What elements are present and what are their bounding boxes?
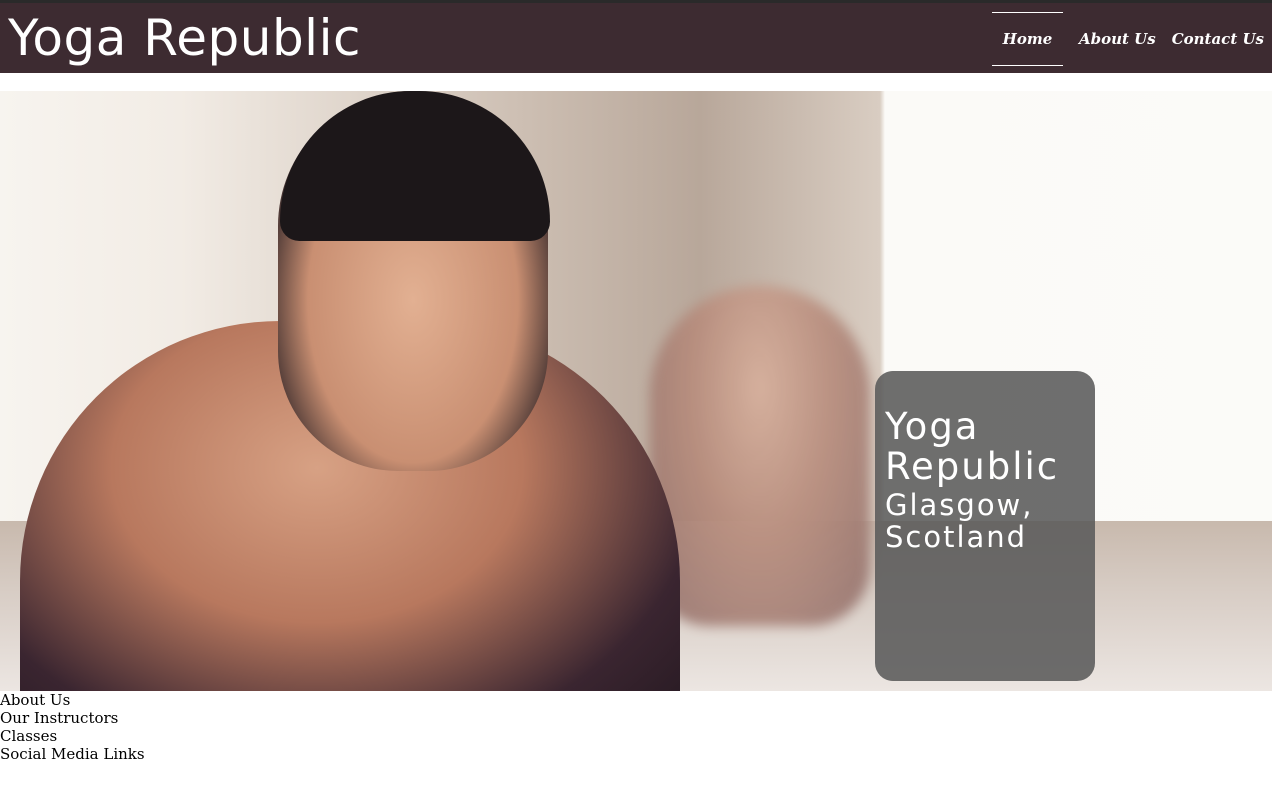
hero-caption-box: Yoga Republic Glasgow, Scotland <box>875 371 1095 681</box>
nav-contact-us[interactable]: Contact Us <box>1164 13 1272 65</box>
link-our-instructors[interactable]: Our Instructors <box>0 709 145 727</box>
nav-home[interactable]: Home <box>991 12 1063 66</box>
main-person-hair <box>280 91 550 241</box>
hero-banner: Yoga Republic Glasgow, Scotland <box>0 91 1272 691</box>
brand-logo-link[interactable]: Yoga Republic <box>8 6 361 70</box>
navbar: Yoga Republic Home About Us Contact Us <box>0 3 1272 73</box>
hero-caption-title: Yoga Republic <box>885 405 1060 488</box>
link-social-media[interactable]: Social Media Links <box>0 745 145 763</box>
background-person <box>650 286 870 626</box>
section-links: About Us Our Instructors Classes Social … <box>0 691 145 763</box>
link-about-us[interactable]: About Us <box>0 691 145 709</box>
hero-caption-subtitle: Glasgow, Scotland <box>885 488 1034 554</box>
nav-about-us[interactable]: About Us <box>1071 13 1164 65</box>
main-nav: Home About Us Contact Us <box>991 12 1272 66</box>
link-classes[interactable]: Classes <box>0 727 145 745</box>
